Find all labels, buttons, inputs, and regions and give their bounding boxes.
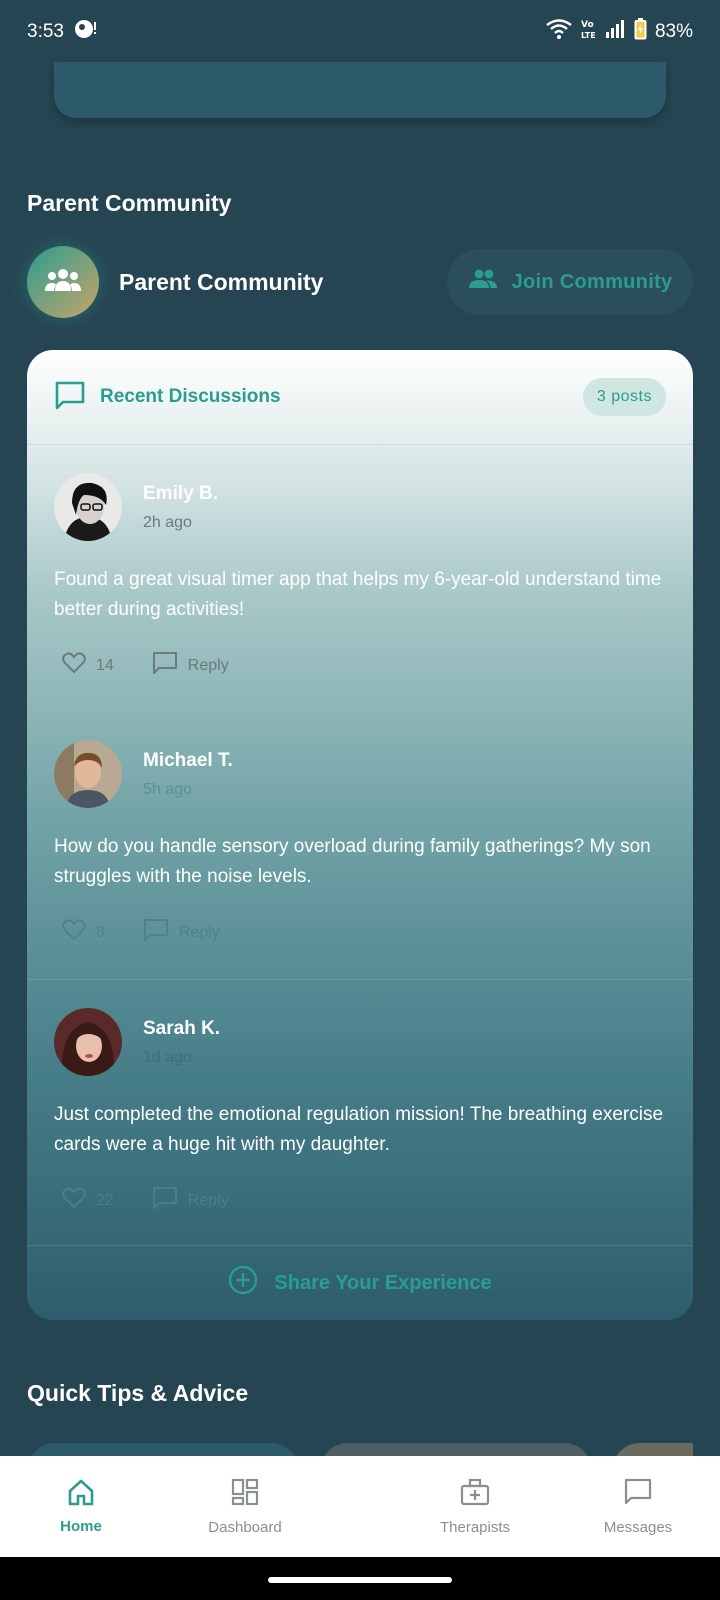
signal-icon xyxy=(605,20,626,44)
avatar[interactable] xyxy=(54,740,122,808)
post-time: 2h ago xyxy=(143,513,192,531)
avatar[interactable] xyxy=(54,473,122,541)
post-time: 5h ago xyxy=(143,780,192,798)
post-text: Found a great visual timer app that help… xyxy=(54,569,662,620)
community-section-title: Parent Community xyxy=(27,190,232,216)
post-text: How do you handle sensory overload durin… xyxy=(54,836,651,887)
tips-section-title: Quick Tips & Advice xyxy=(27,1380,249,1406)
like-count: 8 xyxy=(96,923,105,941)
reply-icon xyxy=(152,1186,178,1215)
volte-icon: Vo LTE xyxy=(580,18,598,46)
battery-percent: 83% xyxy=(654,21,693,42)
status-bar: 3:53 Vo LTE 83% xyxy=(0,0,720,64)
battery-icon xyxy=(634,18,647,46)
like-button[interactable]: 14 xyxy=(62,652,114,679)
reply-button[interactable]: Reply xyxy=(143,918,220,947)
group-icon xyxy=(45,267,81,298)
reply-label: Reply xyxy=(187,1191,229,1209)
heart-icon xyxy=(62,652,86,679)
join-community-label: Join Community xyxy=(511,270,673,293)
nav-home[interactable]: Home xyxy=(40,1456,122,1557)
post-author: Sarah K. xyxy=(143,1017,221,1039)
share-experience-button[interactable]: Share Your Experience xyxy=(27,1245,693,1320)
join-community-button[interactable]: Join Community xyxy=(447,249,693,315)
discussion-post[interactable]: Emily B. 2h ago Found a great visual tim… xyxy=(27,445,693,712)
add-circle-icon xyxy=(228,1265,258,1301)
nav-dashboard-label: Dashboard xyxy=(208,1519,282,1536)
home-icon xyxy=(66,1478,96,1510)
reply-button[interactable]: Reply xyxy=(152,1186,229,1215)
like-count: 22 xyxy=(96,1191,114,1209)
status-time: 3:53 xyxy=(27,21,64,42)
nav-therapists-label: Therapists xyxy=(439,1519,511,1536)
svg-text:LTE: LTE xyxy=(581,31,596,40)
discussion-post[interactable]: Michael T. 5h ago How do you handle sens… xyxy=(27,712,693,979)
wifi-icon xyxy=(546,19,572,45)
nav-messages[interactable]: Messages xyxy=(588,1456,688,1557)
reply-button[interactable]: Reply xyxy=(152,651,229,680)
nav-home-label: Home xyxy=(60,1518,102,1535)
notification-icon xyxy=(74,18,98,46)
reply-label: Reply xyxy=(178,923,220,941)
people-icon xyxy=(468,269,498,295)
svg-text:Vo: Vo xyxy=(581,20,594,30)
like-button[interactable]: 22 xyxy=(62,1187,114,1214)
discussions-title: Recent Discussions xyxy=(100,386,281,407)
community-avatar xyxy=(27,246,99,318)
home-gesture-handle[interactable] xyxy=(268,1577,452,1583)
discussions-header: Recent Discussions 3 posts xyxy=(27,350,693,445)
chat-bubble-icon xyxy=(54,380,86,415)
community-name: Parent Community xyxy=(119,268,324,295)
dashboard-icon xyxy=(230,1477,260,1511)
nav-messages-label: Messages xyxy=(603,1519,673,1536)
gesture-bar xyxy=(0,1557,720,1600)
medical-bag-icon xyxy=(460,1477,490,1511)
chat-icon xyxy=(623,1477,653,1511)
post-text: Just completed the emotional regulation … xyxy=(54,1104,664,1155)
post-author: Emily B. xyxy=(143,482,218,504)
recent-discussions-card: Recent Discussions 3 posts Emily B. 2h a… xyxy=(27,350,693,1320)
post-time: 1d ago xyxy=(143,1048,192,1066)
share-experience-label: Share Your Experience xyxy=(274,1271,492,1294)
heart-icon xyxy=(62,919,86,946)
reply-label: Reply xyxy=(187,656,229,674)
reply-icon xyxy=(152,651,178,680)
previous-card xyxy=(54,62,666,118)
posts-count-badge: 3 posts xyxy=(582,378,666,416)
avatar[interactable] xyxy=(54,1008,122,1076)
post-author: Michael T. xyxy=(143,749,233,771)
nav-therapists[interactable]: Therapists xyxy=(425,1456,525,1557)
discussion-post[interactable]: Sarah K. 1d ago Just completed the emoti… xyxy=(27,979,693,1246)
like-count: 14 xyxy=(96,656,114,674)
bottom-navigation: Home Dashboard Therapists Messages xyxy=(0,1456,720,1557)
heart-icon xyxy=(62,1187,86,1214)
reply-icon xyxy=(143,918,169,947)
nav-dashboard[interactable]: Dashboard xyxy=(195,1456,295,1557)
like-button[interactable]: 8 xyxy=(62,919,105,946)
community-row: Parent Community Join Community xyxy=(27,246,693,318)
